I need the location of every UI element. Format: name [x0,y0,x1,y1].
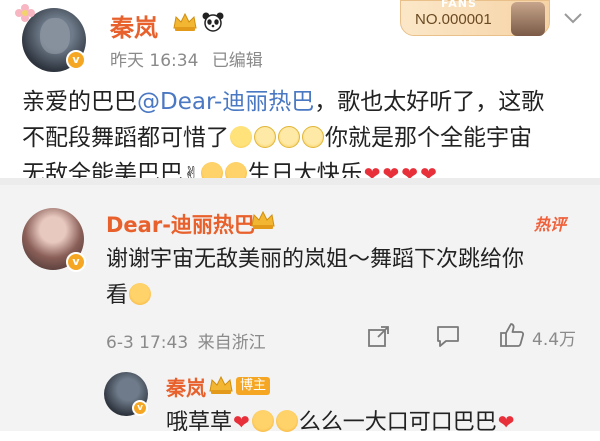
post-text-line2a: 不配段舞蹈都可惜了 [22,125,229,151]
comment-meta: 6-3 17:43 来自浙江 [106,328,266,353]
surprised-emoji-icon [129,283,152,305]
like-button[interactable]: 4.4万 [498,321,588,351]
vip-crown-icon [208,375,234,395]
fan-badge-number: NO.000001 [415,11,492,28]
fan-badge-avatar [511,2,545,36]
chevron-down-icon[interactable] [562,10,584,26]
post-timestamp: 昨天 16:34 [110,51,199,71]
grin-emoji-icon [302,126,324,148]
post-line-2: 不配段舞蹈都可惜了 你就是那个全能宇宙 [22,120,592,156]
post-text-prefix: 亲爱的巴巴 [22,89,137,115]
post-time: 昨天 16:34 已编辑 [110,46,263,71]
comment-body: 谢谢宇宙无敌美丽的岚姐～舞蹈下次跳给你 看 [106,242,591,314]
panda-emoji-icon [202,12,224,32]
post-edited-label: 已编辑 [211,51,263,71]
like-icon [498,321,526,349]
comment-text-line2: 看 [106,283,129,308]
comment-author-name[interactable]: Dear-迪丽热巴 [106,209,255,239]
post-line-1: 亲爱的巴巴@Dear-迪丽热巴，歌也太好听了，这歌 [22,84,592,120]
grin-emoji-icon [278,126,300,148]
comment-timestamp: 6-3 17:43 [106,333,189,353]
reply-text-a: 哦草草 [166,410,233,435]
vip-crown-icon [250,210,276,230]
vip-crown-icon [172,12,198,32]
sweat-smile-emoji-icon [230,126,252,148]
post-text-line2b: 你就是那个全能宇宙 [325,125,532,151]
flower-decoration-icon [14,2,36,24]
share-icon[interactable] [366,323,392,349]
verified-badge-icon: v [132,400,148,416]
post-body: 亲爱的巴巴@Dear-迪丽热巴，歌也太好听了，这歌 不配段舞蹈都可惜了 你就是那个… [22,84,592,192]
post-text-rest: ，歌也太好听了，这歌 [314,89,545,115]
fan-badge-label: FANS [441,0,477,10]
comment-source: 来自浙江 [197,333,266,353]
comment-text-line1: 谢谢宇宙无敌美丽的岚姐～舞蹈下次跳给你 [106,247,525,272]
heart-icon: ❤ [233,410,250,434]
wow-emoji-icon [251,410,274,432]
mention-link[interactable]: @Dear-迪丽热巴 [137,89,314,115]
reply-body: 哦草草❤ 么么一大口可口巴巴❤ [166,404,591,441]
hot-comment-badge: 热评 [534,215,567,234]
post-author-name[interactable]: 秦岚 [110,8,158,43]
heart-icon: ❤ [497,410,515,434]
like-count: 4.4万 [532,330,577,350]
grin-emoji-icon [254,126,276,148]
verified-badge-icon: v [66,252,86,272]
comment-icon[interactable] [434,322,462,350]
fan-badge[interactable]: FANS NO.000001 [400,0,550,36]
wow-emoji-icon [275,410,298,432]
blogger-badge: 博主 [236,377,271,395]
verified-badge-icon: v [66,50,86,70]
comment-line-2: 看 [106,278,591,314]
reply-text-b: 么么一大口可口巴巴 [298,410,497,435]
section-divider [0,178,600,185]
reply-author-name[interactable]: 秦岚 [166,372,206,401]
